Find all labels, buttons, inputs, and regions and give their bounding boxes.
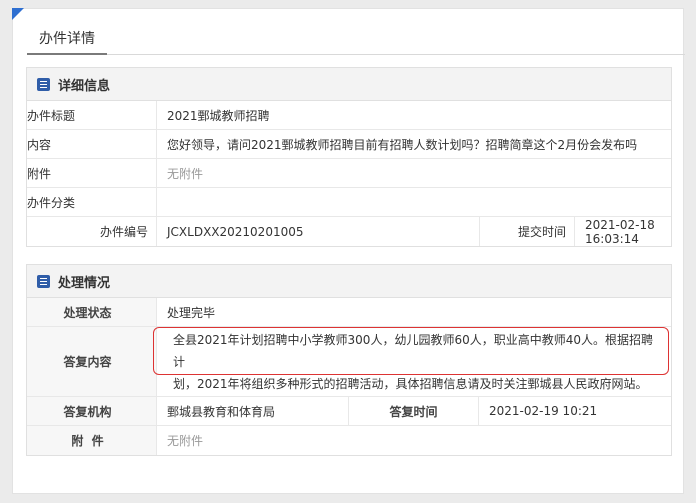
list-icon (37, 77, 50, 91)
value-number: JCXLDXX20210201005 (157, 217, 480, 246)
corner-marker (12, 8, 24, 20)
value-category (157, 188, 671, 216)
row-title: 办件标题 2021鄄城教师招聘 (27, 101, 671, 130)
label-status: 处理状态 (27, 298, 157, 326)
label-reply: 答复内容 (27, 327, 157, 396)
page-title: 办件详情 (27, 29, 107, 55)
detail-panel: 办件详情 详细信息 办件标题 2021鄄城教师招聘 内容 您好领导，请问2021… (12, 8, 685, 494)
label-content: 内容 (27, 130, 157, 158)
value-reply-attachment: 无附件 (167, 434, 204, 448)
label-reply-time: 答复时间 (349, 397, 479, 425)
value-content: 您好领导，请问2021鄄城教师招聘目前有招聘人数计划吗？招聘简章这个2月份会发布… (167, 137, 638, 152)
label-number: 办件编号 (27, 217, 157, 246)
value-org: 鄄城县教育和体育局 (157, 397, 349, 425)
row-org: 答复机构 鄄城县教育和体育局 答复时间 2021-02-19 10:21 (27, 397, 671, 426)
message-icon (37, 274, 50, 288)
value-reply-time: 2021-02-19 10:21 (489, 404, 598, 418)
detail-section: 详细信息 办件标题 2021鄄城教师招聘 内容 您好领导，请问2021鄄城教师招… (26, 67, 672, 247)
row-content: 内容 您好领导，请问2021鄄城教师招聘目前有招聘人数计划吗？招聘简章这个2月份… (27, 130, 671, 159)
handling-section-title: 处理情况 (58, 275, 111, 291)
row-attachment: 附件 无附件 (27, 159, 671, 188)
row-reply-attachment: 附 件 无附件 (27, 426, 671, 455)
value-attachment: 无附件 (167, 166, 204, 181)
title-bar: 办件详情 (27, 29, 685, 55)
reply-highlight-box (153, 327, 669, 375)
label-attachment: 附件 (27, 159, 157, 187)
detail-section-header: 详细信息 (27, 68, 671, 101)
label-org: 答复机构 (27, 397, 157, 425)
row-number: 办件编号 JCXLDXX20210201005 提交时间 2021-02-18 … (27, 217, 671, 246)
detail-section-title: 详细信息 (58, 78, 111, 94)
row-status: 处理状态 处理完毕 (27, 298, 671, 327)
value-title: 2021鄄城教师招聘 (167, 108, 270, 123)
value-status: 处理完毕 (167, 305, 216, 320)
value-submit-time: 2021-02-18 16:03:14 (585, 217, 655, 246)
label-title: 办件标题 (27, 101, 157, 129)
reply-line-2: 划，2021年将组织多种形式的招聘活动，具体招聘信息请及时关注鄄城县人民政府网站… (173, 376, 648, 391)
handling-section-header: 处理情况 (27, 265, 671, 298)
label-reply-attachment: 附 件 (27, 426, 157, 455)
label-submit-time: 提交时间 (480, 217, 575, 246)
row-category: 办件分类 (27, 188, 671, 217)
label-category: 办件分类 (27, 188, 157, 216)
